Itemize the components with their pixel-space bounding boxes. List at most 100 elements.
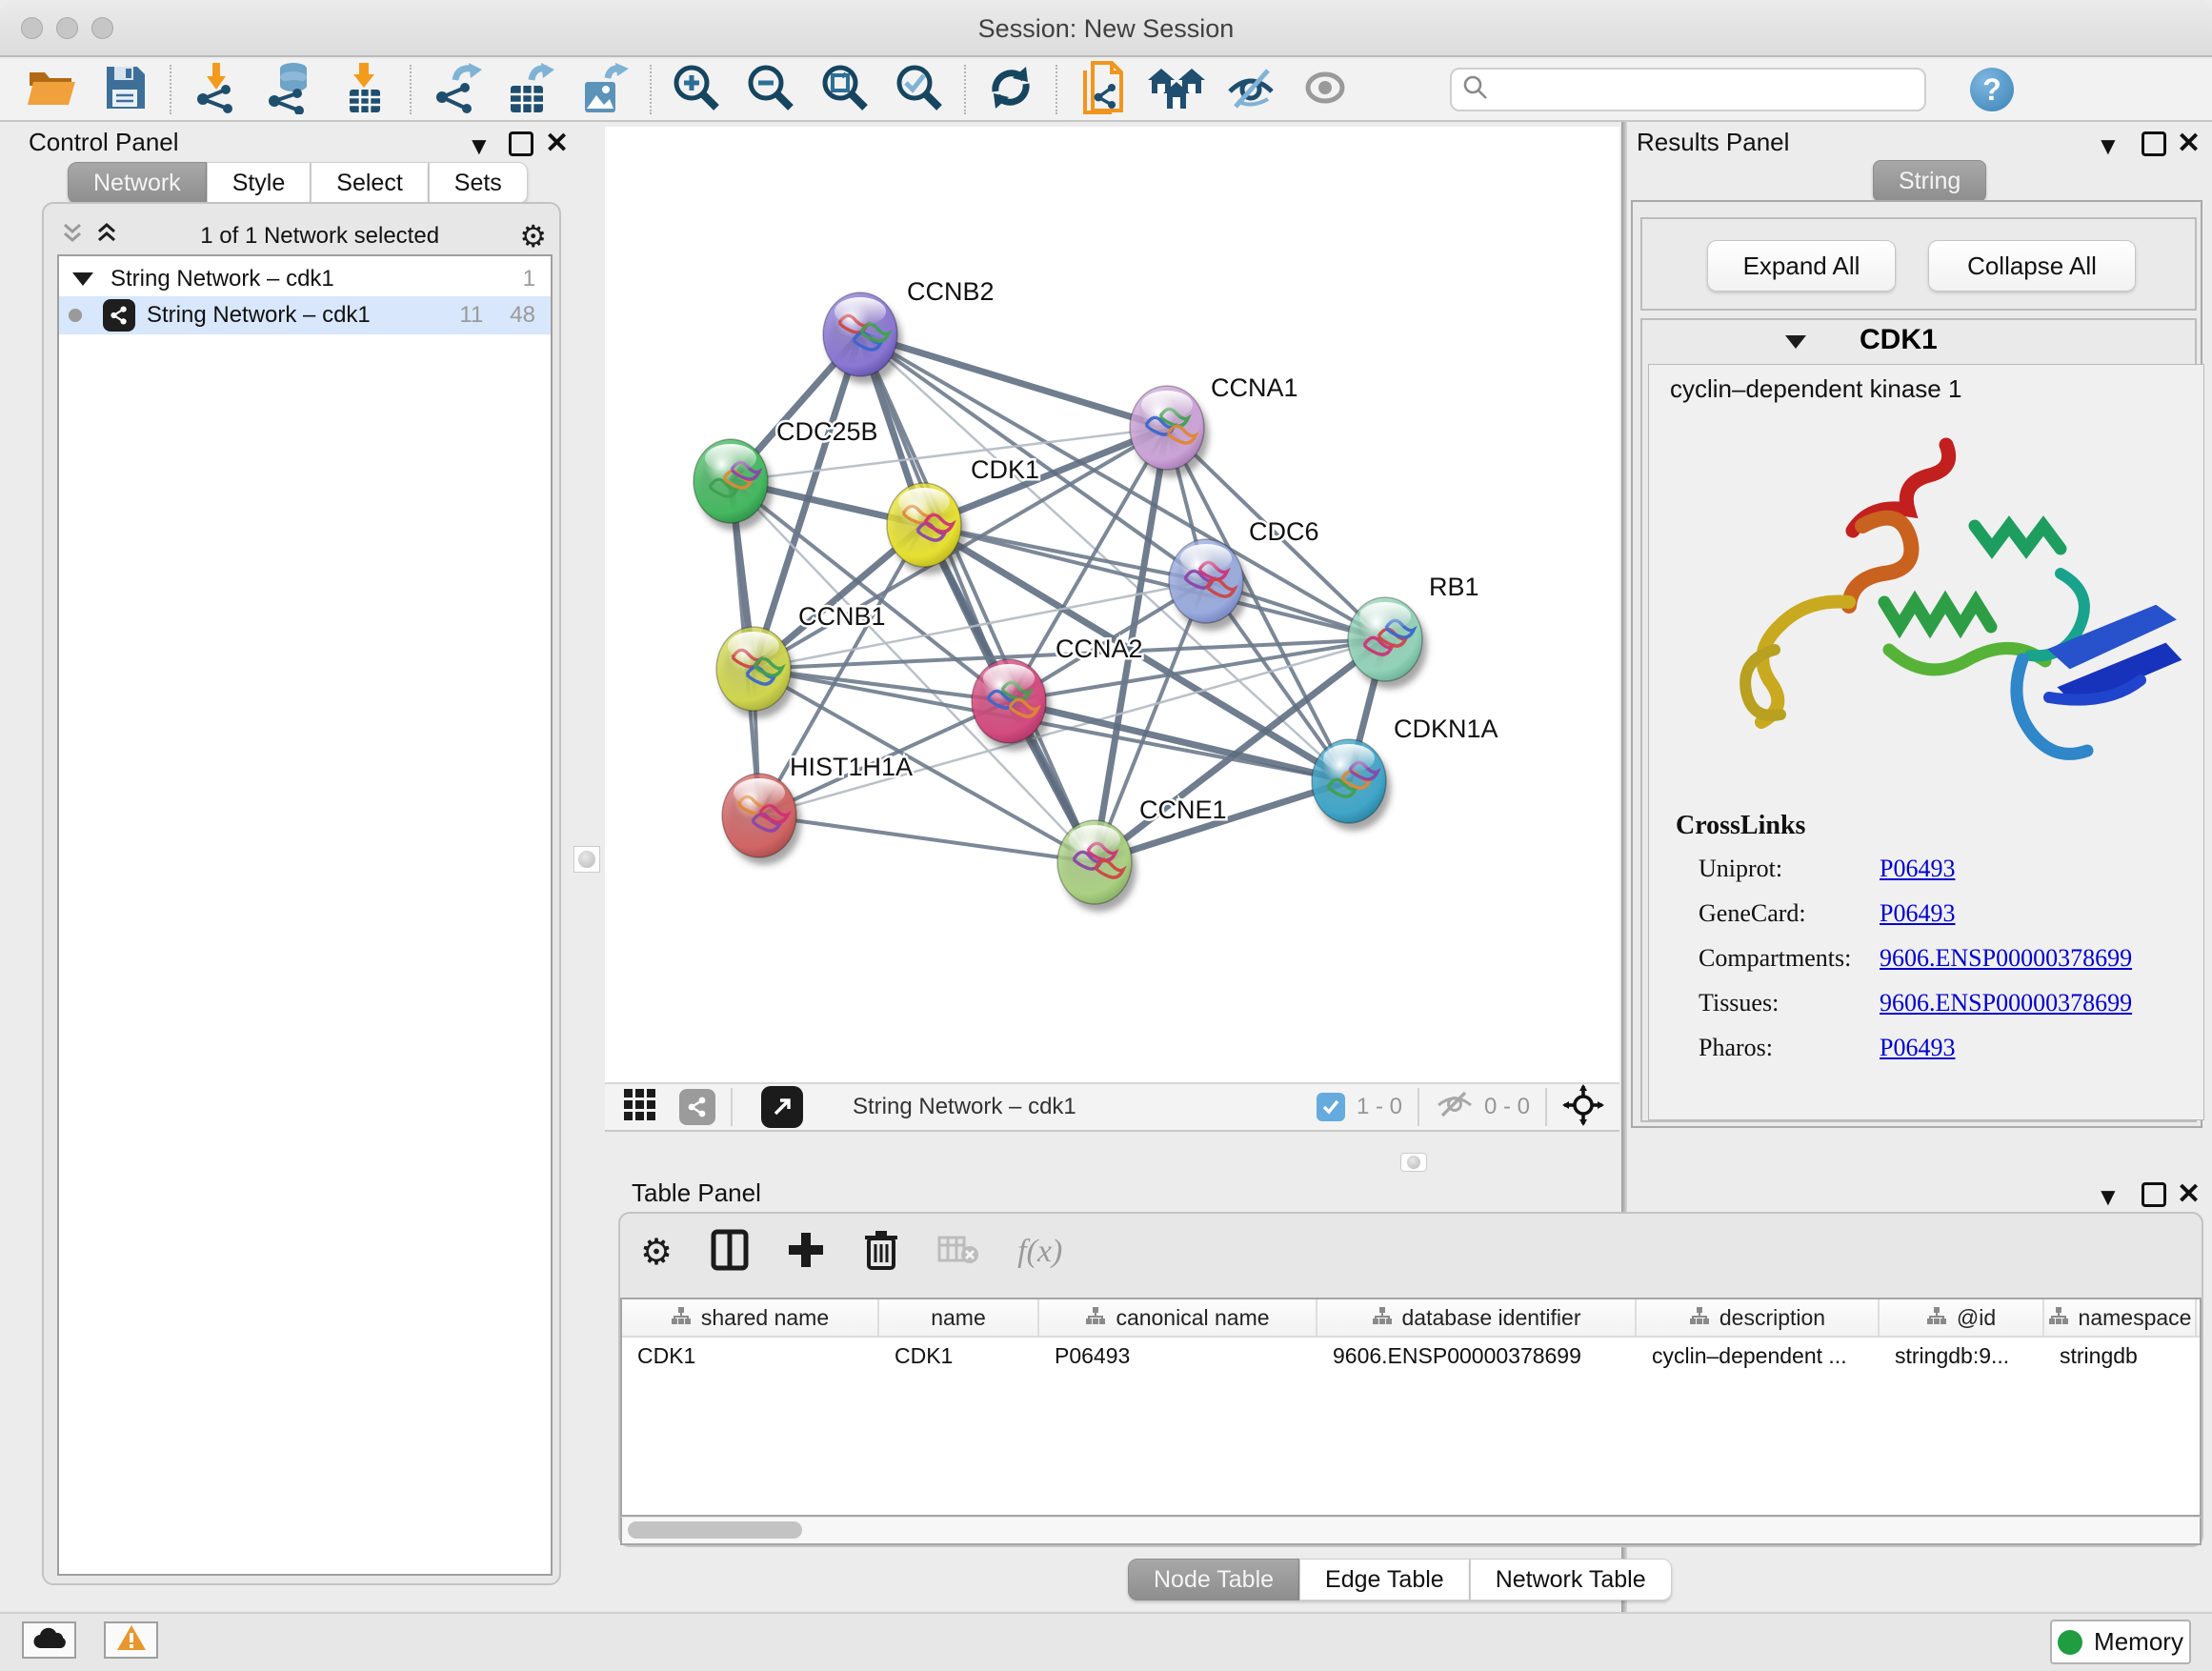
- network-node-HIST1H1A[interactable]: [722, 774, 801, 865]
- results-panel-menu-icon[interactable]: ▼: [2096, 133, 2121, 158]
- string-view-icon[interactable]: [679, 1089, 715, 1125]
- export-table-button[interactable]: [493, 62, 568, 117]
- tab-network-table[interactable]: Network Table: [1470, 1559, 1672, 1601]
- share-document-button[interactable]: [1065, 62, 1139, 117]
- column-header-canonical-name[interactable]: canonical name: [1039, 1299, 1317, 1336]
- network-row-selected[interactable]: String Network – cdk1 11 48: [59, 296, 551, 334]
- column-header-name[interactable]: name: [879, 1299, 1039, 1336]
- table-cell[interactable]: [2197, 1338, 2202, 1376]
- delete-column-trash-icon[interactable]: [863, 1229, 899, 1276]
- crosslink-value-link[interactable]: 9606.ENSP00000378699: [1880, 989, 2132, 1017]
- string-network-graph[interactable]: CCNB2CCNA1CDC25BCDK1CDC6RB1CCNB1CCNA2CDK…: [605, 127, 1619, 1082]
- crosslink-value-link[interactable]: P06493: [1880, 899, 1955, 928]
- add-column-icon[interactable]: [787, 1231, 825, 1274]
- help-button[interactable]: ?: [1970, 68, 2014, 111]
- column-header-extra[interactable]: [2197, 1299, 2202, 1336]
- network-node-CCNB2[interactable]: [823, 292, 902, 384]
- pan-crosshair-icon[interactable]: [1562, 1084, 1604, 1131]
- network-canvas[interactable]: CCNB2CCNA1CDC25BCDK1CDC6RB1CCNB1CCNA2CDK…: [605, 127, 1619, 1082]
- tab-node-table[interactable]: Node Table: [1128, 1559, 1299, 1601]
- zoom-selected-button[interactable]: [882, 62, 956, 117]
- network-node-RB1[interactable]: [1348, 597, 1427, 689]
- tab-select[interactable]: Select: [311, 162, 428, 204]
- column-header-@id[interactable]: @id: [1880, 1299, 2044, 1336]
- table-panel-close-icon[interactable]: ✕: [2177, 1180, 2201, 1209]
- network-node-CCNA2[interactable]: [972, 659, 1051, 751]
- network-node-CDC25B[interactable]: [694, 439, 773, 531]
- network-edge[interactable]: [860, 334, 1167, 428]
- column-header-description[interactable]: description: [1637, 1299, 1880, 1336]
- collection-disclosure-icon[interactable]: [72, 272, 93, 286]
- table-cell[interactable]: P06493: [1039, 1338, 1317, 1376]
- network-edge[interactable]: [759, 815, 1095, 862]
- column-header-shared-name[interactable]: shared name: [622, 1299, 879, 1336]
- network-edge[interactable]: [860, 334, 1095, 862]
- import-network-from-file-button[interactable]: [179, 62, 253, 117]
- tab-edge-table[interactable]: Edge Table: [1299, 1559, 1470, 1601]
- zoom-fit-button[interactable]: [808, 62, 882, 117]
- column-header-namespace[interactable]: namespace: [2044, 1299, 2197, 1336]
- results-panel-close-icon[interactable]: ✕: [2177, 130, 2201, 158]
- selected-checkbox-icon[interactable]: [1317, 1093, 1345, 1121]
- tab-sets[interactable]: Sets: [429, 162, 528, 204]
- collapse-all-networks-icon[interactable]: [59, 221, 86, 252]
- hide-selected-button[interactable]: [1214, 62, 1288, 117]
- export-image-button[interactable]: [568, 62, 642, 117]
- import-table-button[interactable]: [328, 62, 402, 117]
- control-panel-float-icon[interactable]: [509, 131, 533, 156]
- zoom-in-button[interactable]: [659, 62, 734, 117]
- cloud-button[interactable]: [22, 1621, 76, 1659]
- tab-string[interactable]: String: [1873, 160, 1986, 202]
- show-columns-icon[interactable]: [711, 1229, 749, 1276]
- table-horizontal-scrollbar[interactable]: [620, 1517, 2202, 1545]
- export-network-button[interactable]: [419, 62, 493, 117]
- table-scrollbar-thumb[interactable]: [628, 1521, 802, 1539]
- table-row[interactable]: CDK1CDK1P064939606.ENSP00000378699cyclin…: [622, 1338, 2200, 1376]
- collapse-all-button[interactable]: Collapse All: [1928, 240, 2136, 292]
- control-panel-close-icon[interactable]: ✕: [545, 130, 569, 158]
- table-cell[interactable]: cyclin–dependent ...: [1637, 1338, 1880, 1376]
- open-session-button[interactable]: [13, 62, 88, 117]
- refresh-button[interactable]: [974, 62, 1048, 117]
- table-cell[interactable]: 9606.ENSP00000378699: [1317, 1338, 1637, 1376]
- table-cell[interactable]: stringdb: [2044, 1338, 2197, 1376]
- search-field[interactable]: [1450, 68, 1926, 111]
- expand-all-button[interactable]: Expand All: [1707, 240, 1896, 292]
- network-node-CCNE1[interactable]: [1057, 820, 1136, 912]
- warnings-button[interactable]: [104, 1621, 158, 1659]
- gene-disclosure-icon[interactable]: [1785, 335, 1806, 349]
- import-network-from-database-button[interactable]: [253, 62, 328, 117]
- network-edge[interactable]: [1009, 701, 1349, 781]
- network-options-gear-icon[interactable]: ⚙: [519, 218, 547, 254]
- network-node-CDK1[interactable]: [887, 483, 966, 574]
- search-input[interactable]: [1490, 76, 1900, 103]
- table-cell[interactable]: CDK1: [622, 1338, 879, 1376]
- table-cell[interactable]: CDK1: [879, 1338, 1039, 1376]
- table-panel-menu-icon[interactable]: ▼: [2096, 1184, 2121, 1209]
- left-splitter-handle[interactable]: [573, 846, 600, 873]
- crosslink-value-link[interactable]: 9606.ENSP00000378699: [1880, 944, 2132, 973]
- birds-eye-view-icon[interactable]: [622, 1087, 658, 1128]
- first-neighbors-button[interactable]: [1139, 62, 1214, 117]
- control-panel-menu-icon[interactable]: ▼: [467, 133, 492, 158]
- tab-network[interactable]: Network: [68, 162, 207, 204]
- memory-button[interactable]: Memory: [2050, 1620, 2191, 1664]
- table-panel-float-icon[interactable]: [2142, 1182, 2166, 1207]
- network-node-CDKN1A[interactable]: [1312, 739, 1391, 831]
- show-all-button[interactable]: [1288, 62, 1362, 117]
- results-panel-float-icon[interactable]: [2142, 131, 2166, 156]
- column-header-database-identifier[interactable]: database identifier: [1317, 1299, 1637, 1336]
- table-cell[interactable]: stringdb:9...: [1880, 1338, 2044, 1376]
- crosslink-value-link[interactable]: P06493: [1880, 855, 1955, 883]
- table-options-gear-icon[interactable]: ⚙: [640, 1231, 673, 1274]
- expand-all-networks-icon[interactable]: [93, 221, 120, 252]
- zoom-out-button[interactable]: [734, 62, 808, 117]
- detach-view-button[interactable]: [761, 1086, 803, 1128]
- network-collection-row[interactable]: String Network – cdk1 1: [59, 262, 551, 296]
- network-node-CCNA1[interactable]: [1130, 386, 1209, 477]
- horizontal-splitter-handle[interactable]: [1400, 1153, 1427, 1172]
- save-session-button[interactable]: [88, 62, 162, 117]
- crosslink-value-link[interactable]: P06493: [1880, 1034, 1955, 1062]
- tab-style[interactable]: Style: [207, 162, 312, 204]
- node-table[interactable]: shared namenamecanonical namedatabase id…: [620, 1298, 2202, 1517]
